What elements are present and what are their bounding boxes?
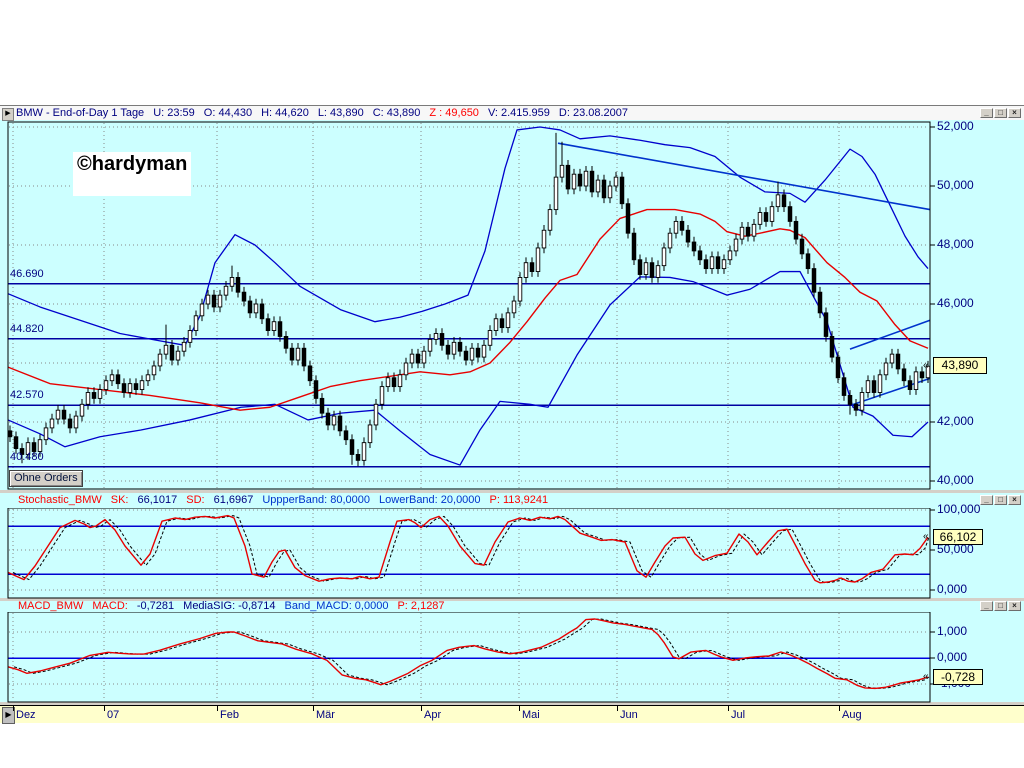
month-label: Dez [16,709,36,721]
month-tick [617,706,618,711]
legend-segment: MACD_BMW [18,600,83,612]
month-label: Feb [220,709,239,721]
close-button[interactable]: × [1008,495,1021,505]
legend-segment: LowerBand: 20,0000 [379,494,481,506]
stoch-tag-arrow-icon: « [923,531,929,542]
legend-segment: H: 44,620 [261,107,309,119]
macd-legend: MACD_BMW MACD: -0,7281 MediaSIG: -0,8714 Ban… [18,600,454,612]
legend-segment: P: 2,1287 [397,600,444,612]
minimize-button[interactable]: _ [980,495,993,505]
legend-segment: Band_MACD: 0,0000 [285,600,389,612]
legend-segment: L: 43,890 [318,107,364,119]
macd-panel [0,612,1024,702]
macd-header: MACD_BMW MACD: -0,7281 MediaSIG: -0,8714 Ban… [0,601,1024,612]
axis-label: 42,000 [937,414,974,428]
month-tick [217,706,218,711]
legend-segment: -0,7281 [137,600,174,612]
macd-tag-arrow-icon: « [923,671,929,682]
month-label: Aug [842,709,862,721]
ohne-orders-button[interactable]: Ohne Orders [9,470,83,487]
chart-window-titlebar: ▶ BMW - End-of-Day 1 Tage U: 23:59 O: 44,4… [0,105,1024,120]
axis-label: 46,000 [937,296,974,310]
legend-segment: MediaSIG: -0,8714 [183,600,275,612]
axis-label: 100,000 [937,502,980,516]
close-button[interactable]: × [1008,108,1021,118]
axis-label: 48,000 [937,237,974,251]
legend-segment: O: 44,430 [204,107,252,119]
legend-segment: 66,1017 [137,494,177,506]
time-axis: ▶ Dez07FebMärAprMaiJunJulAug [0,705,1024,723]
month-tick [421,706,422,711]
price-tag-arrow-icon: « [923,360,929,371]
axis-label: 46.690 [10,268,44,280]
axis-label: 1,000 [937,624,967,638]
legend-segment: U: 23:59 [153,107,195,119]
month-tick [313,706,314,711]
axis-label: 44.820 [10,323,44,335]
screen: ▶ BMW - End-of-Day 1 Tage U: 23:59 O: 44,4… [0,0,1024,768]
expand-arrow-button[interactable]: ▶ [2,108,14,121]
axis-label: 42.570 [10,389,44,401]
legend-segment: V: 2.415.959 [488,107,550,119]
stochastic-panel [0,508,1024,598]
maximize-button[interactable]: □ [994,495,1007,505]
month-tick [519,706,520,711]
legend-segment: Z : 49,650 [429,107,479,119]
macd-value-tag: -0,728 [933,669,983,685]
close-button[interactable]: × [1008,601,1021,611]
month-tick [104,706,105,711]
month-label: Jul [731,709,745,721]
legend-segment: SK: [111,494,129,506]
window-controls: _ □ × [980,108,1021,118]
month-label: 07 [107,709,119,721]
month-label: Mai [522,709,540,721]
month-label: Apr [424,709,441,721]
axis-label: 40.480 [10,451,44,463]
legend-segment: BMW - End-of-Day 1 Tage [16,107,144,119]
legend-segment: C: 43,890 [373,107,421,119]
minimize-button[interactable]: _ [980,601,993,611]
maximize-button[interactable]: □ [994,601,1007,611]
axis-label: 52,000 [937,119,974,133]
axis-label: 0,000 [937,650,967,664]
stochastic-legend: Stochastic_BMW SK: 66,1017 SD: 61,6967 Uppper… [18,494,557,506]
axis-label: 40,000 [937,473,974,487]
month-tick [13,706,14,711]
axis-label: 0,000 [937,582,967,596]
legend-segment: Stochastic_BMW [18,494,102,506]
window-controls: _ □ × [980,495,1021,505]
legend-segment: MACD: [92,600,127,612]
legend-segment: UppperBand: 80,0000 [262,494,370,506]
window-controls: _ □ × [980,601,1021,611]
legend-segment: D: 23.08.2007 [559,107,628,119]
legend-segment: 61,6967 [214,494,254,506]
month-tick [839,706,840,711]
stochastic-value-tag: 66,102 [933,529,983,545]
month-tick [728,706,729,711]
axis-label: 50,000 [937,178,974,192]
minimize-button[interactable]: _ [980,108,993,118]
maximize-button[interactable]: □ [994,108,1007,118]
last-price-tag: 43,890 [933,357,987,374]
watermark-box: ©hardyman [73,152,191,196]
month-label: Mär [316,709,335,721]
watermark-text: ©hardyman [77,153,191,176]
chart-title: BMW - End-of-Day 1 Tage U: 23:59 O: 44,430… [16,107,637,119]
legend-segment: SD: [186,494,204,506]
stochastic-header: Stochastic_BMW SK: 66,1017 SD: 61,6967 Uppper… [0,493,1024,508]
legend-segment: P: 113,9241 [490,494,549,506]
month-label: Jun [620,709,638,721]
